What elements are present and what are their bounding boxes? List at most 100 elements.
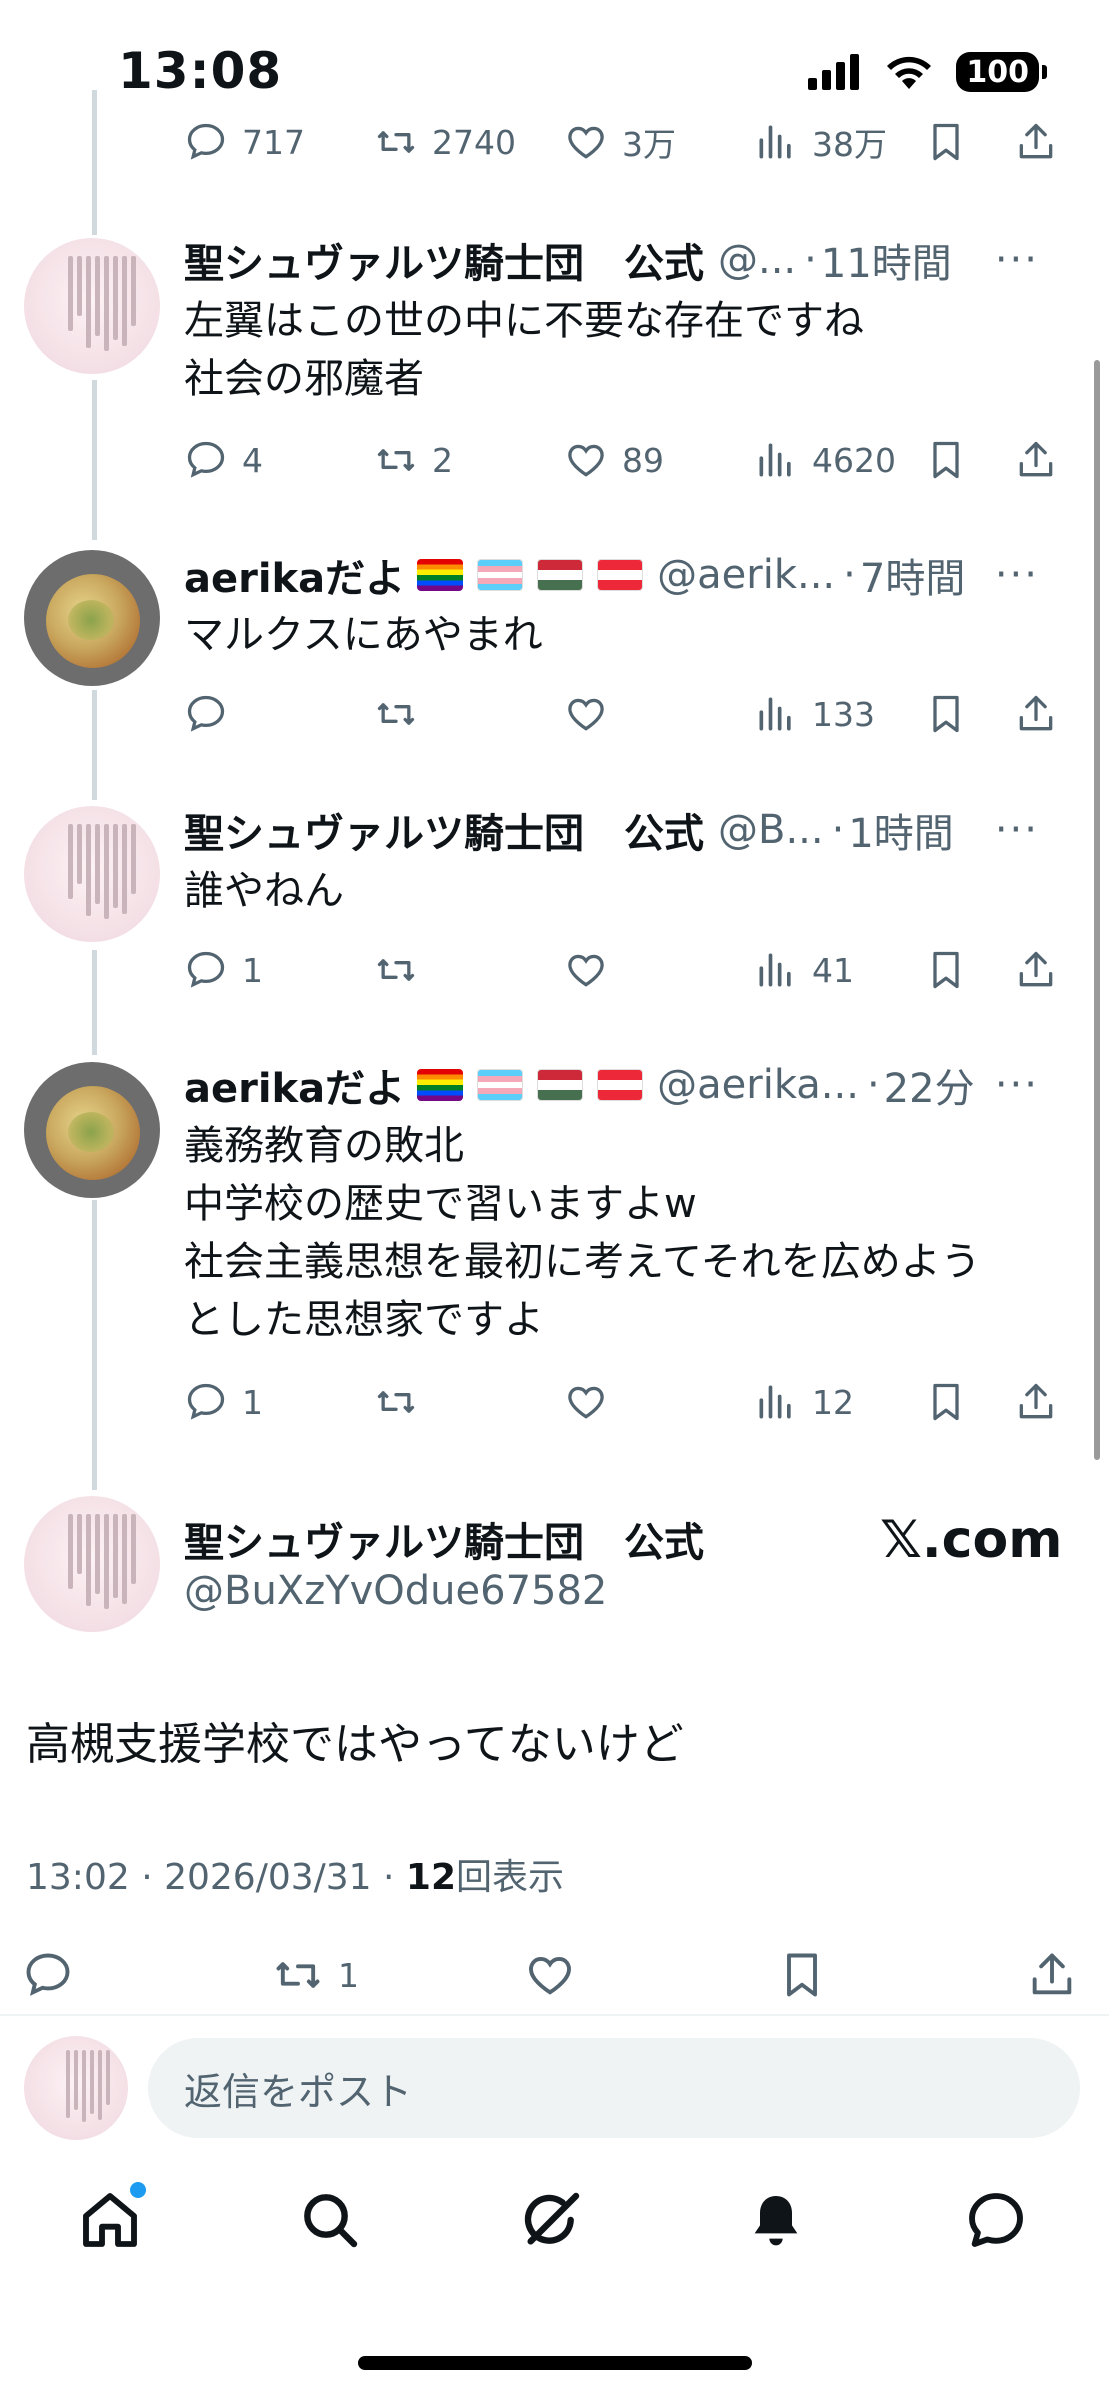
retweet-button[interactable]: 1 <box>272 1940 359 2010</box>
retweet-button[interactable] <box>374 1372 432 1432</box>
display-name[interactable]: aerikaだよ <box>184 1056 405 1114</box>
bottom-nav <box>0 2180 1109 2300</box>
avatar[interactable] <box>24 1062 160 1198</box>
home-icon <box>83 2193 137 2247</box>
share-button[interactable] <box>1014 112 1058 172</box>
timestamp[interactable]: 1時間 <box>848 801 953 859</box>
reply-button[interactable]: 4 <box>184 430 263 490</box>
display-name[interactable]: 聖シュヴァルツ騎士団 公式 <box>184 231 704 289</box>
status-time: 13:08 <box>118 42 283 100</box>
tweet-actions: 1 12 <box>184 1372 1084 1432</box>
x-com-logo: 𝕏.com <box>880 1510 1063 1570</box>
search-icon <box>304 2194 358 2248</box>
nav-home[interactable] <box>70 2180 150 2260</box>
display-name[interactable]: 聖シュヴァルツ騎士団 公式 <box>184 1510 704 1568</box>
scrollbar[interactable] <box>1094 360 1100 1460</box>
views-icon <box>759 697 791 731</box>
handle[interactable]: @aerik... <box>657 552 835 598</box>
tweet-text: 義務教育の敗北 中学校の歴史で習いますよw 社会主義思想を最初に考えてそれを広め… <box>184 1117 1069 1349</box>
more-icon[interactable]: ··· <box>995 237 1039 283</box>
more-icon[interactable]: ··· <box>995 807 1039 853</box>
reply-count: 1 <box>242 950 263 990</box>
timestamp[interactable]: 11時間 <box>821 231 952 289</box>
views-button[interactable]: 12 <box>754 1372 854 1432</box>
bookmark-button[interactable] <box>924 1372 968 1432</box>
reply-button[interactable] <box>22 1940 74 2010</box>
timestamp[interactable]: 22分 <box>884 1056 975 1114</box>
like-button[interactable] <box>524 1940 576 2010</box>
tweet-header: 聖シュヴァルツ騎士団 公式 @B... · 1時間 ··· <box>184 800 1069 860</box>
like-button[interactable] <box>564 684 622 744</box>
timestamp[interactable]: 7時間 <box>860 546 965 604</box>
share-button[interactable] <box>1014 430 1058 490</box>
avatar[interactable] <box>24 806 160 942</box>
nav-search[interactable] <box>290 2180 370 2260</box>
views-count: 12 <box>812 1382 854 1422</box>
tweet-actions: 133 <box>184 684 1084 744</box>
reply-button[interactable]: 717 <box>184 112 305 172</box>
views-button[interactable]: 41 <box>754 940 854 1000</box>
handle[interactable]: @... <box>718 237 796 283</box>
nav-notifications[interactable] <box>736 2180 816 2260</box>
reply-button[interactable]: 1 <box>184 940 263 1000</box>
transgender-flag-icon <box>477 559 524 591</box>
reply-button[interactable] <box>184 684 242 744</box>
retweet-button[interactable]: 2 <box>374 430 453 490</box>
retweet-icon <box>276 1962 320 1988</box>
reply-input[interactable]: 返信をポスト <box>148 2038 1080 2138</box>
tweet-text: 誰やねん <box>184 862 1069 920</box>
share-icon <box>1032 1953 1072 1995</box>
like-button[interactable] <box>564 1372 622 1432</box>
handle[interactable]: @BuXzYvOdue67582 <box>184 1568 607 1614</box>
like-button[interactable] <box>564 940 622 1000</box>
avatar[interactable] <box>24 550 160 686</box>
main-tweet-text: 高槻支援学校ではやってないけど <box>26 1719 684 1770</box>
bookmark-button[interactable] <box>924 940 968 1000</box>
bookmark-button[interactable] <box>776 1940 828 2010</box>
tweet-line: 誰やねん <box>184 868 344 914</box>
share-button[interactable] <box>1014 940 1058 1000</box>
more-icon[interactable]: ··· <box>995 1062 1039 1108</box>
bookmark-button[interactable] <box>924 684 968 744</box>
views-icon <box>759 125 791 159</box>
views-count: 41 <box>812 950 854 990</box>
handle[interactable]: @aerika... <box>657 1062 859 1108</box>
bookmark-icon <box>933 695 959 733</box>
nav-grok[interactable] <box>512 2180 592 2260</box>
heart-icon <box>568 1386 604 1419</box>
avatar[interactable] <box>24 1496 160 1632</box>
like-button[interactable]: 89 <box>564 430 664 490</box>
tweet-text: 左翼はこの世の中に不要な存在ですね 社会の邪魔者 <box>184 292 1069 408</box>
views-button[interactable]: 38万 <box>754 112 887 172</box>
transgender-flag-icon <box>477 1069 524 1101</box>
reply-button[interactable]: 1 <box>184 1372 263 1432</box>
share-icon <box>1019 123 1053 159</box>
share-button[interactable] <box>1026 1940 1078 2010</box>
retweet-button[interactable]: 2740 <box>374 112 516 172</box>
timestamp[interactable]: 13:02 · 2026/03/31 · <box>26 1857 406 1898</box>
heart-icon <box>568 444 604 477</box>
display-name[interactable]: 聖シュヴァルツ騎士団 公式 <box>184 801 704 859</box>
share-button[interactable] <box>1014 1372 1058 1432</box>
avatar[interactable] <box>24 238 160 374</box>
main-tweet-actions: 1 <box>0 1940 1109 2010</box>
reply-icon <box>187 695 225 732</box>
bookmark-button[interactable] <box>924 430 968 490</box>
handle[interactable]: @B... <box>718 807 824 853</box>
nav-messages[interactable] <box>956 2180 1036 2260</box>
heart-icon <box>568 126 604 159</box>
divider <box>0 2014 1109 2016</box>
thread-line <box>92 950 97 1055</box>
like-button[interactable]: 3万 <box>564 112 676 172</box>
more-icon[interactable]: ··· <box>995 552 1039 598</box>
views-button[interactable]: 133 <box>754 684 875 744</box>
views-button[interactable]: 4620 <box>754 430 896 490</box>
display-name[interactable]: aerikaだよ <box>184 546 405 604</box>
share-button[interactable] <box>1014 684 1058 744</box>
heart-icon <box>568 954 604 987</box>
bookmark-button[interactable] <box>924 112 968 172</box>
retweet-button[interactable] <box>374 684 432 744</box>
views-icon <box>759 953 791 987</box>
retweet-button[interactable] <box>374 940 432 1000</box>
wifi-icon <box>887 56 932 89</box>
